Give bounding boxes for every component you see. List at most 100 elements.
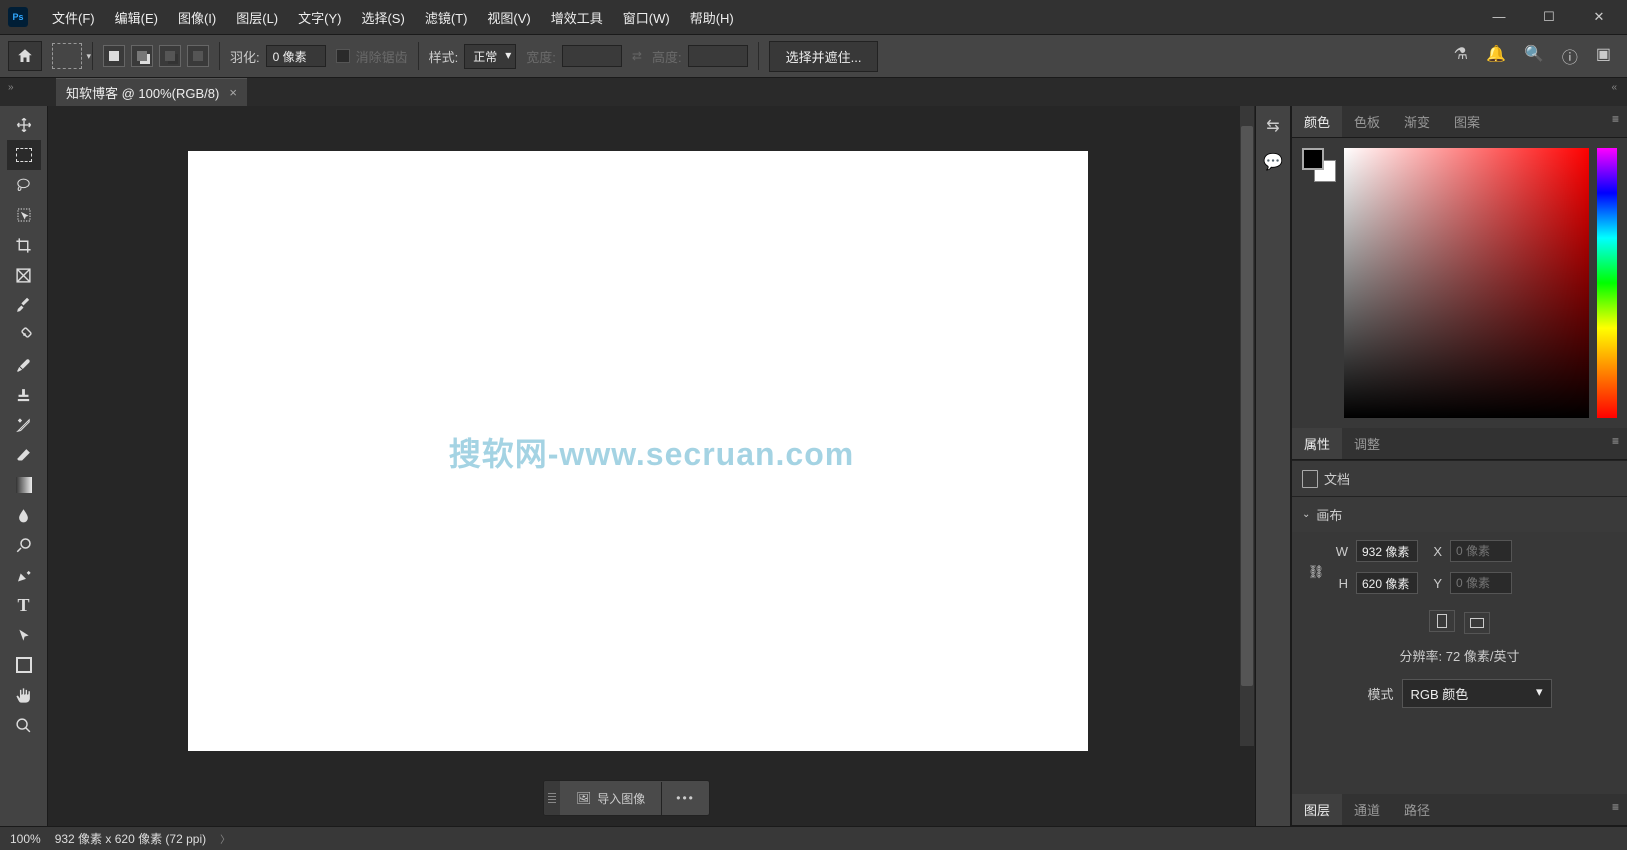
menu-item[interactable]: 图层(L) xyxy=(226,4,288,31)
width-input xyxy=(562,45,622,67)
zoom-level[interactable]: 100% xyxy=(10,832,41,846)
shape-tool[interactable] xyxy=(7,650,41,680)
color-field[interactable] xyxy=(1344,148,1589,418)
type-tool[interactable]: T xyxy=(7,590,41,620)
menu-item[interactable]: 滤镜(T) xyxy=(415,4,478,31)
selection-new[interactable] xyxy=(103,45,125,67)
close-button[interactable]: ✕ xyxy=(1589,9,1609,25)
expand-left-icon[interactable]: » xyxy=(8,82,14,93)
menu-item[interactable]: 视图(V) xyxy=(477,4,540,31)
feather-input[interactable] xyxy=(266,45,326,67)
antialias-checkbox xyxy=(336,49,350,63)
x-label: X xyxy=(1426,544,1442,559)
chevron-right-icon[interactable]: 〉 xyxy=(220,831,230,846)
home-button[interactable] xyxy=(8,41,42,71)
right-collapsed-panels: ⇆ 💬 xyxy=(1255,106,1291,826)
hand-tool[interactable] xyxy=(7,680,41,710)
brush-tool[interactable] xyxy=(7,350,41,380)
bell-icon[interactable]: 🔔 xyxy=(1486,44,1506,68)
vertical-scrollbar[interactable] xyxy=(1240,106,1254,746)
selection-mode-group xyxy=(103,45,209,67)
minimize-button[interactable]: — xyxy=(1489,9,1509,25)
tab-patterns[interactable]: 图案 xyxy=(1442,106,1492,137)
tab-gradients[interactable]: 渐变 xyxy=(1392,106,1442,137)
divider xyxy=(92,42,93,70)
history-brush-tool[interactable] xyxy=(7,410,41,440)
dodge-tool[interactable] xyxy=(7,530,41,560)
healing-tool[interactable] xyxy=(7,320,41,350)
tab-layers[interactable]: 图层 xyxy=(1292,794,1342,825)
search-icon[interactable]: 🔍 xyxy=(1524,44,1544,68)
height-label: 高度: xyxy=(652,47,682,66)
tab-swatches[interactable]: 色板 xyxy=(1342,106,1392,137)
color-mode-select[interactable]: RGB 颜色 ▾ xyxy=(1402,679,1552,708)
selection-subtract[interactable] xyxy=(159,45,181,67)
zoom-tool[interactable] xyxy=(7,710,41,740)
lasso-tool[interactable] xyxy=(7,170,41,200)
menu-item[interactable]: 选择(S) xyxy=(351,4,414,31)
pen-tool[interactable] xyxy=(7,560,41,590)
crop-tool[interactable] xyxy=(7,230,41,260)
frame-tool[interactable] xyxy=(7,260,41,290)
eraser-tool[interactable] xyxy=(7,440,41,470)
foreground-background-swatch[interactable] xyxy=(1302,148,1336,182)
tab-adjustments[interactable]: 调整 xyxy=(1342,428,1392,459)
marquee-tool[interactable] xyxy=(7,140,41,170)
canvas-y-input[interactable] xyxy=(1450,572,1512,594)
close-tab-button[interactable]: × xyxy=(229,85,237,100)
comments-panel-icon[interactable]: 💬 xyxy=(1263,152,1283,172)
panel-menu-icon[interactable]: ≡ xyxy=(1604,106,1627,137)
history-panel-icon[interactable]: ⇆ xyxy=(1266,116,1279,136)
tab-paths[interactable]: 路径 xyxy=(1392,794,1442,825)
more-button[interactable]: ••• xyxy=(662,783,709,813)
maximize-button[interactable]: ☐ xyxy=(1539,9,1559,25)
drag-grip[interactable] xyxy=(544,781,560,815)
canvas-width-input[interactable] xyxy=(1356,540,1418,562)
menu-item[interactable]: 帮助(H) xyxy=(680,4,744,31)
menu-item[interactable]: 图像(I) xyxy=(168,4,226,31)
tab-channels[interactable]: 通道 xyxy=(1342,794,1392,825)
panel-menu-icon[interactable]: ≡ xyxy=(1604,794,1627,825)
menu-item[interactable]: 增效工具 xyxy=(541,4,613,31)
stamp-tool[interactable] xyxy=(7,380,41,410)
portrait-button[interactable] xyxy=(1429,610,1455,632)
canvas-area[interactable]: 搜软网-www.secruan.com 🖼 导入图像 ••• xyxy=(48,106,1255,826)
workspace-icon[interactable]: ▣ xyxy=(1596,44,1611,68)
eyedropper-tool[interactable] xyxy=(7,290,41,320)
marquee-tool-preset[interactable]: ▾ xyxy=(52,43,82,69)
landscape-button[interactable] xyxy=(1464,612,1490,634)
canvas-height-input[interactable] xyxy=(1356,572,1418,594)
tab-properties[interactable]: 属性 xyxy=(1292,428,1342,459)
tab-color[interactable]: 颜色 xyxy=(1292,106,1342,137)
selection-add[interactable] xyxy=(131,45,153,67)
panel-menu-icon[interactable]: ≡ xyxy=(1604,428,1627,459)
menu-item[interactable]: 窗口(W) xyxy=(613,4,680,31)
chevron-down-icon: ⌄ xyxy=(1302,509,1310,520)
select-and-mask-button[interactable]: 选择并遮住... xyxy=(769,41,879,72)
canvas-x-input[interactable] xyxy=(1450,540,1512,562)
object-select-tool[interactable] xyxy=(7,200,41,230)
expand-right-icon[interactable]: « xyxy=(1601,78,1627,106)
import-image-button[interactable]: 🖼 导入图像 xyxy=(560,782,662,815)
menu-item[interactable]: 文件(F) xyxy=(42,4,105,31)
hue-slider[interactable] xyxy=(1597,148,1617,418)
menu-item[interactable]: 编辑(E) xyxy=(105,4,168,31)
document-info[interactable]: 932 像素 x 620 像素 (72 ppi) xyxy=(55,830,206,847)
path-select-tool[interactable] xyxy=(7,620,41,650)
beaker-icon[interactable]: ⚗ xyxy=(1454,44,1468,68)
tab-title: 知软博客 @ 100%(RGB/8) xyxy=(66,83,219,102)
swap-icon: ⇄ xyxy=(632,49,642,63)
gradient-tool[interactable] xyxy=(7,470,41,500)
help-icon[interactable]: ⓘ xyxy=(1562,44,1578,68)
y-label: Y xyxy=(1426,576,1442,591)
style-select[interactable]: 正常 ▾ xyxy=(464,44,516,69)
menu-item[interactable]: 文字(Y) xyxy=(288,4,351,31)
blur-tool[interactable] xyxy=(7,500,41,530)
link-dimensions-icon[interactable]: ⛓ xyxy=(1306,564,1326,580)
document-tab[interactable]: 知软博客 @ 100%(RGB/8) × xyxy=(56,78,247,106)
selection-intersect[interactable] xyxy=(187,45,209,67)
canvas-section-header[interactable]: ⌄ 画布 xyxy=(1292,496,1627,532)
move-tool[interactable] xyxy=(7,110,41,140)
window-controls: — ☐ ✕ xyxy=(1489,9,1619,25)
width-label: W xyxy=(1332,544,1348,559)
